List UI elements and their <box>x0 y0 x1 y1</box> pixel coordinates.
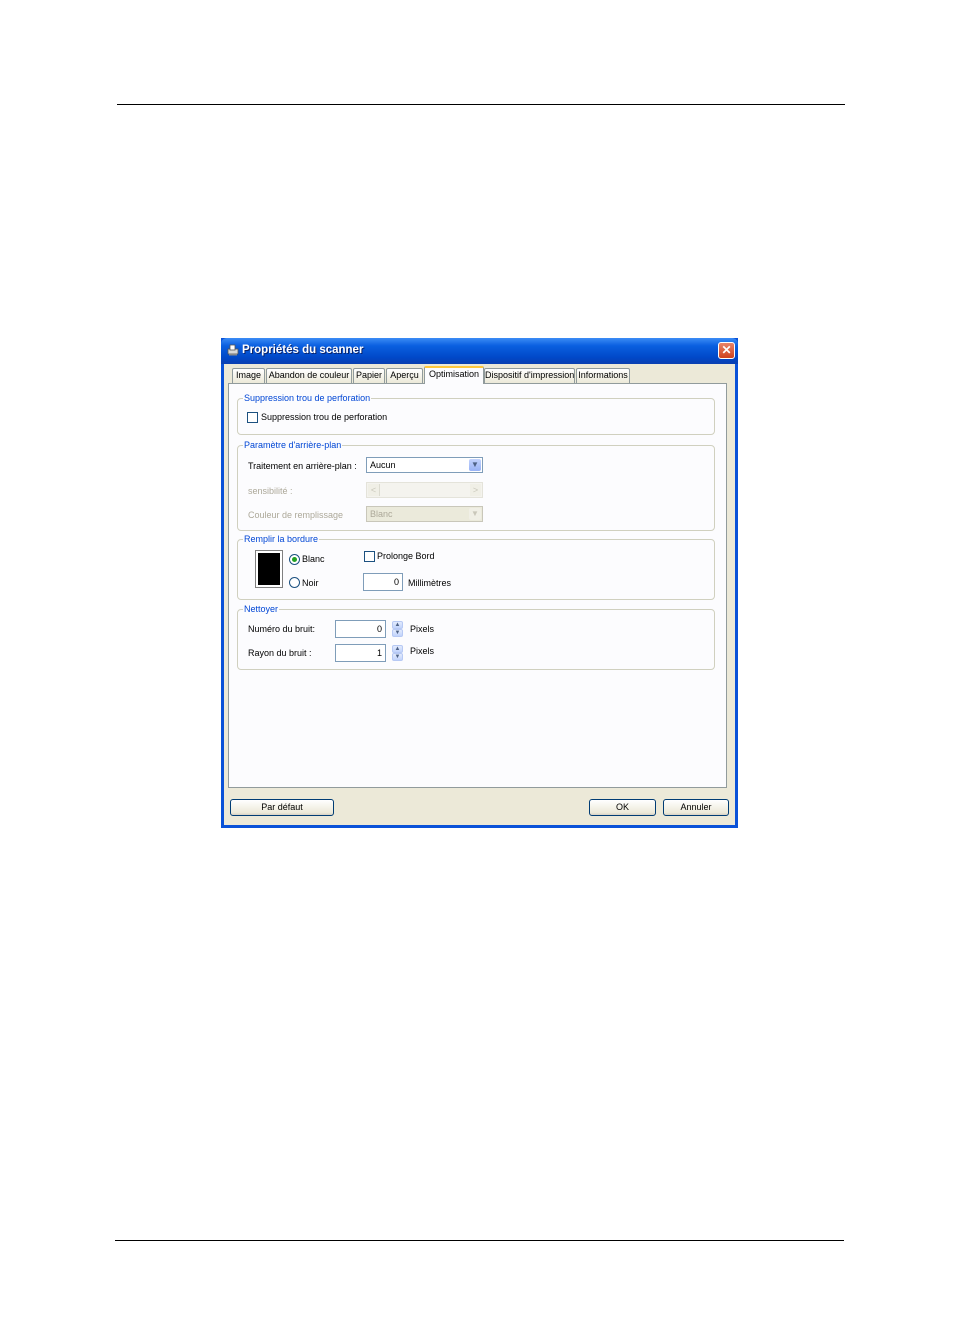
tab-optimisation[interactable]: Optimisation <box>424 366 484 384</box>
chevron-down-icon: ▼ <box>469 459 481 471</box>
clean-group-title: Nettoyer <box>243 603 280 615</box>
fill-color-select[interactable]: Blanc ▼ <box>366 506 483 522</box>
radio-selected-dot <box>292 557 297 562</box>
background-group: Paramètre d'arrière-plan Traitement en a… <box>237 439 715 531</box>
black-radio-label: Noir <box>302 578 319 588</box>
tab-label: Abandon de couleur <box>268 370 350 380</box>
default-button[interactable]: Par défaut <box>230 799 334 816</box>
tab-label: Aperçu <box>390 370 419 380</box>
tab-abandon-couleur[interactable]: Abandon de couleur <box>266 368 352 383</box>
border-mm-input[interactable]: 0 <box>363 573 403 591</box>
tab-label: Optimisation <box>428 369 480 379</box>
sensitivity-label: sensibilité : <box>248 486 293 496</box>
extend-edge-label: Prolonge Bord <box>377 551 435 561</box>
dialog-title: Propriétés du scanner <box>242 344 364 356</box>
noise-radius-input[interactable]: 1 <box>335 644 386 662</box>
processing-value: Aucun <box>370 460 396 470</box>
chevron-right-icon: > <box>470 484 481 496</box>
noise-radius-unit: Pixels <box>410 646 435 656</box>
tab-label: Image <box>235 370 261 380</box>
spin-down-icon[interactable]: ▼ <box>392 653 403 661</box>
mm-unit-label: Millimètres <box>408 578 452 588</box>
clean-group: Nettoyer Numéro du bruit: 0 ▲ ▼ Pixels R… <box>237 603 715 670</box>
scanner-icon <box>227 344 239 356</box>
fill-color-label: Couleur de remplissage <box>248 510 344 520</box>
tab-image[interactable]: Image <box>232 368 265 383</box>
white-radio[interactable] <box>289 554 300 565</box>
ok-button[interactable]: OK <box>589 799 656 816</box>
dialog-client: Image Abandon de couleur Papier Aperçu O… <box>224 364 735 825</box>
tab-dispositif-impression[interactable]: Dispositif d'impression <box>484 368 575 383</box>
sensitivity-slider[interactable]: < > <box>366 482 483 498</box>
title-bar[interactable]: Propriétés du scanner ✕ <box>221 338 738 364</box>
close-button[interactable]: ✕ <box>718 342 735 359</box>
black-radio[interactable] <box>289 577 300 588</box>
spin-up-icon[interactable]: ▲ <box>392 621 403 629</box>
perforation-group-title: Suppression trou de perforation <box>243 392 372 404</box>
chevron-down-icon: ▼ <box>469 508 481 520</box>
background-group-title: Paramètre d'arrière-plan <box>243 439 343 451</box>
noise-radius-label: Rayon du bruit : <box>248 648 312 658</box>
close-icon: ✕ <box>721 343 732 357</box>
fill-color-value: Blanc <box>370 509 393 519</box>
perforation-group: Suppression trou de perforation Suppress… <box>237 392 715 435</box>
white-radio-label: Blanc <box>302 554 325 564</box>
page-bottom-rule <box>115 1240 844 1241</box>
processing-label: Traitement en arrière-plan : <box>248 461 357 471</box>
border-group-title: Remplir la bordure <box>243 533 320 545</box>
optimisation-panel: Suppression trou de perforation Suppress… <box>228 383 727 788</box>
noise-number-input[interactable]: 0 <box>335 620 386 638</box>
perforation-checkbox-label: Suppression trou de perforation <box>261 412 388 422</box>
spin-up-icon[interactable]: ▲ <box>392 645 403 653</box>
cancel-button[interactable]: Annuler <box>663 799 729 816</box>
noise-number-unit: Pixels <box>410 624 435 634</box>
slider-thumb[interactable] <box>379 484 380 496</box>
chevron-left-icon: < <box>368 484 379 496</box>
tab-informations[interactable]: Informations <box>576 368 630 383</box>
scanner-properties-dialog: Propriétés du scanner ✕ Image Abandon de… <box>221 338 738 828</box>
perforation-checkbox[interactable] <box>247 412 258 423</box>
noise-number-spinner[interactable]: ▲ ▼ <box>392 621 403 637</box>
tab-label: Dispositif d'impression <box>485 370 575 380</box>
noise-number-label: Numéro du bruit: <box>248 624 316 634</box>
border-group: Remplir la bordure Blanc Noir Prolonge B… <box>237 533 715 600</box>
tab-papier[interactable]: Papier <box>353 368 385 383</box>
tab-label: Papier <box>355 370 382 380</box>
tab-apercu[interactable]: Aperçu <box>386 368 423 383</box>
page-top-rule <box>117 104 845 105</box>
border-color-swatch <box>255 550 283 588</box>
tab-label: Informations <box>578 370 628 380</box>
spin-down-icon[interactable]: ▼ <box>392 629 403 637</box>
processing-select[interactable]: Aucun ▼ <box>366 457 483 473</box>
noise-radius-spinner[interactable]: ▲ ▼ <box>392 645 403 661</box>
extend-edge-checkbox[interactable] <box>364 551 375 562</box>
